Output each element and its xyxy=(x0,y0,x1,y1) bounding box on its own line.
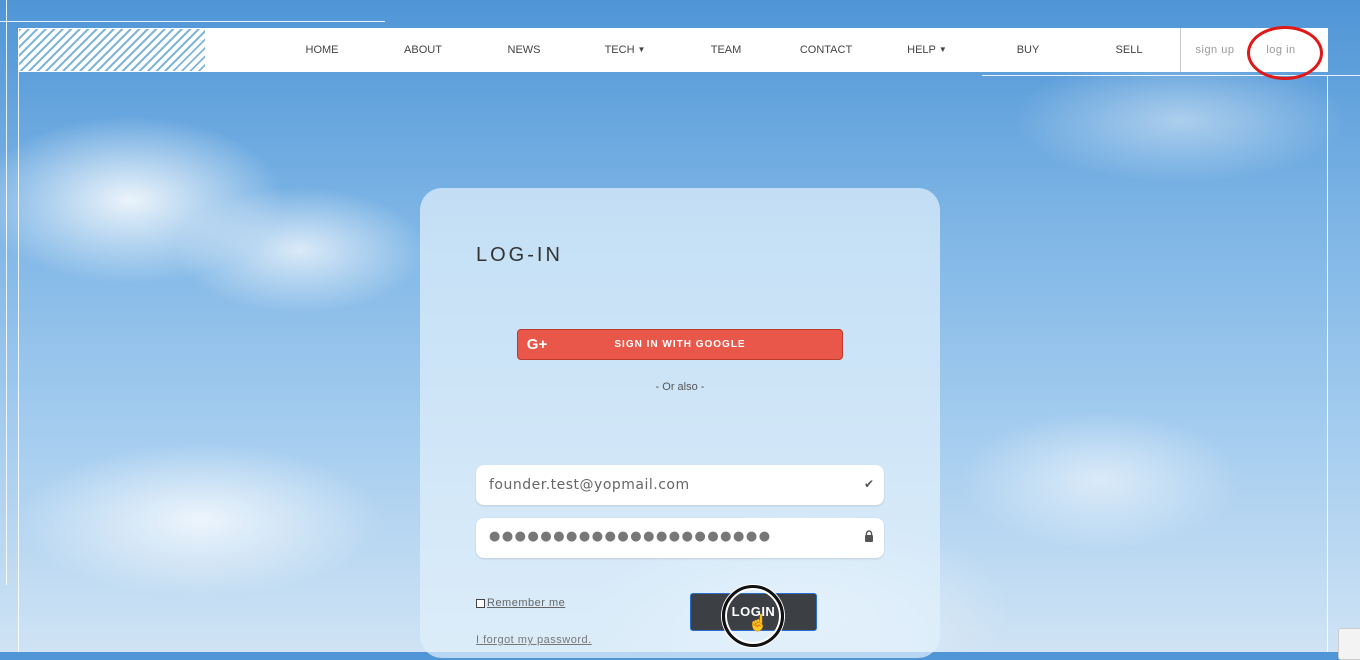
google-signin-button[interactable]: G+ SIGN IN WITH GOOGLE xyxy=(517,329,843,360)
checkbox-icon[interactable] xyxy=(476,598,485,608)
log-in-label: log in xyxy=(1266,44,1296,56)
checkmark-icon: ✔ xyxy=(863,477,874,491)
nav-tech-label: TECH xyxy=(604,44,635,56)
nav-divider xyxy=(1180,28,1181,72)
caret-down-icon: ▼ xyxy=(637,45,646,54)
nav-home-label: HOME xyxy=(305,44,339,56)
nav-team[interactable]: TEAM xyxy=(696,28,756,72)
sign-up-link[interactable]: sign up xyxy=(1188,28,1242,72)
nav-sell-label: SELL xyxy=(1115,44,1143,56)
nav-contact-label: CONTACT xyxy=(799,44,853,56)
google-signin-label: SIGN IN WITH GOOGLE xyxy=(614,339,746,350)
caret-down-icon: ▼ xyxy=(938,45,947,54)
nav-home[interactable]: HOME xyxy=(292,28,352,72)
nav-buy-label: BUY xyxy=(1016,44,1040,56)
decorative-line xyxy=(18,28,19,652)
login-card: LOG-IN G+ SIGN IN WITH GOOGLE - Or also … xyxy=(420,188,940,658)
decorative-line xyxy=(982,75,1360,76)
page-title: LOG-IN xyxy=(476,244,563,266)
remember-me-checkbox[interactable]: Remember me xyxy=(476,597,565,609)
nav-tech-dropdown[interactable]: TECH ▼ xyxy=(595,28,655,72)
nav-help-label: HELP xyxy=(907,44,936,56)
nav-team-label: TEAM xyxy=(710,44,742,56)
nav-about-label: ABOUT xyxy=(404,44,442,56)
or-separator: - Or also - xyxy=(655,381,705,393)
sign-up-label: sign up xyxy=(1195,44,1235,56)
log-in-link[interactable]: log in xyxy=(1254,28,1308,72)
google-plus-icon: G+ xyxy=(526,336,548,353)
nav-about[interactable]: ABOUT xyxy=(393,28,453,72)
email-field-wrapper: ✔ xyxy=(476,465,884,505)
top-navbar: HOME ABOUT NEWS TECH ▼ TEAM CONTACT HELP ▼… xyxy=(18,28,1328,72)
forgot-password-link[interactable]: I forgot my password. xyxy=(476,634,592,646)
nav-news[interactable]: NEWS xyxy=(494,28,554,72)
login-button[interactable]: LOGIN xyxy=(690,593,817,631)
password-field-wrapper: ●●●●●●●●●●●●●●●●●●●●●● xyxy=(476,518,884,558)
decorative-line xyxy=(0,21,385,22)
recaptcha-badge[interactable] xyxy=(1338,628,1360,660)
nav-buy[interactable]: BUY xyxy=(998,28,1058,72)
nav-help-dropdown[interactable]: HELP ▼ xyxy=(897,28,957,72)
password-field[interactable]: ●●●●●●●●●●●●●●●●●●●●●● xyxy=(489,529,772,544)
nav-news-label: NEWS xyxy=(507,44,541,56)
decorative-line xyxy=(6,0,7,585)
nav-menu: HOME ABOUT NEWS TECH ▼ TEAM CONTACT HELP ▼… xyxy=(18,28,1328,72)
email-field[interactable] xyxy=(476,465,859,505)
remember-me-label: Remember me xyxy=(487,597,566,609)
decorative-line xyxy=(1327,75,1328,652)
nav-contact[interactable]: CONTACT xyxy=(796,28,856,72)
nav-sell[interactable]: SELL xyxy=(1099,28,1159,72)
lock-icon xyxy=(864,530,874,545)
